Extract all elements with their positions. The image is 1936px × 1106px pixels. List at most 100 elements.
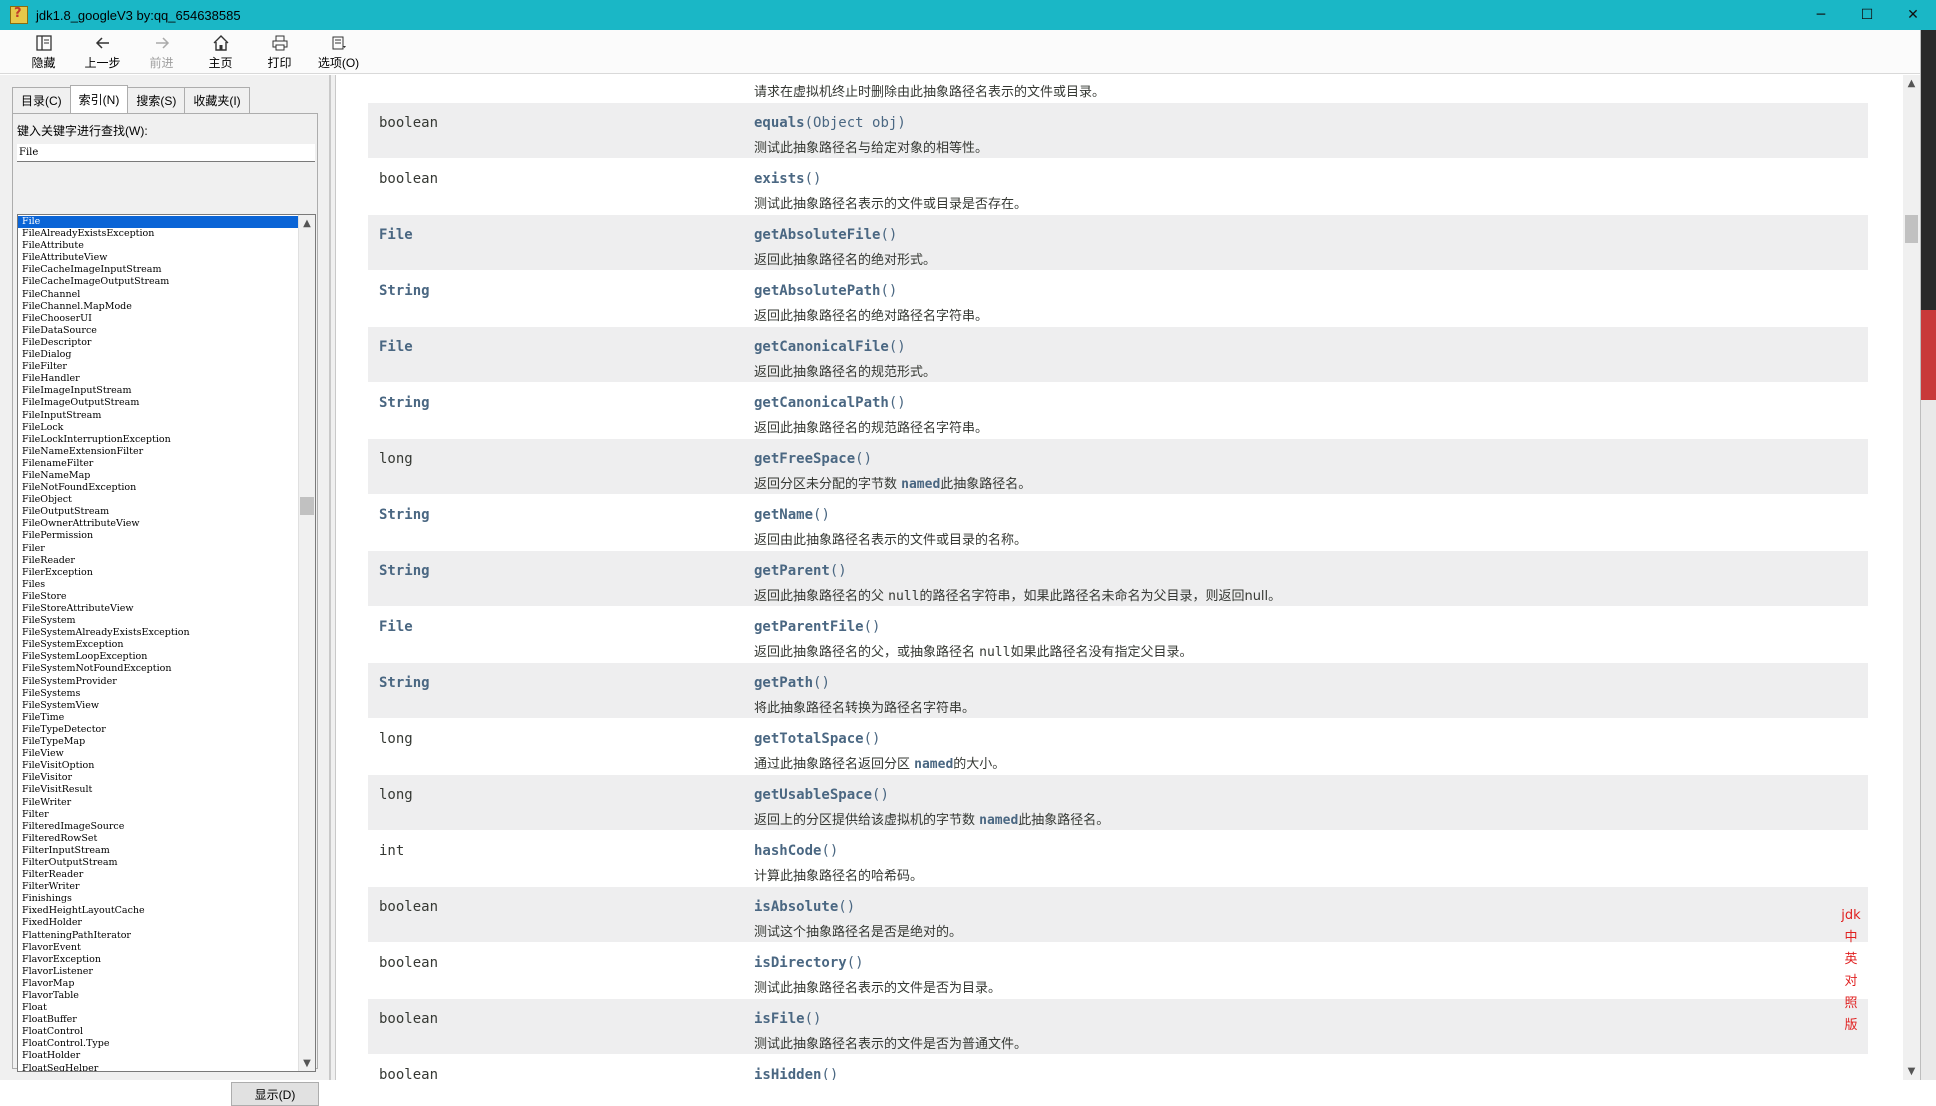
tab-index[interactable]: 索引(N): [69, 85, 129, 113]
maximize-button[interactable]: ☐: [1844, 0, 1890, 30]
hide-button[interactable]: 隐藏: [14, 30, 73, 74]
index-list-item[interactable]: FilterWriter: [18, 881, 300, 893]
index-list-item[interactable]: FileHandler: [18, 373, 300, 385]
index-list-item[interactable]: FileImageInputStream: [18, 385, 300, 397]
index-list-item[interactable]: FileOwnerAttributeView: [18, 518, 300, 530]
home-button[interactable]: 主页: [191, 30, 250, 74]
index-list-item[interactable]: FileWriter: [18, 797, 300, 809]
index-list-item[interactable]: FloatControl.Type: [18, 1038, 300, 1050]
index-list-item[interactable]: FileFilter: [18, 361, 300, 373]
method-name-link[interactable]: getTotalSpace: [754, 731, 864, 747]
print-button[interactable]: 打印: [250, 30, 309, 74]
index-list-item[interactable]: FlatteningPathIterator: [18, 930, 300, 942]
method-name-link[interactable]: equals: [754, 115, 805, 131]
index-list-item[interactable]: FileSystemNotFoundException: [18, 663, 300, 675]
index-list-item[interactable]: FilterReader: [18, 869, 300, 881]
index-list-item[interactable]: FlavorException: [18, 954, 300, 966]
index-list-item[interactable]: FileNameExtensionFilter: [18, 446, 300, 458]
method-name-link[interactable]: getParent: [754, 563, 830, 579]
index-list-item[interactable]: FileDescriptor: [18, 337, 300, 349]
method-return-type[interactable]: String: [379, 507, 430, 523]
options-button[interactable]: 选项(O): [309, 30, 368, 74]
index-list-item[interactable]: FileNotFoundException: [18, 482, 300, 494]
method-name-link[interactable]: getAbsolutePath: [754, 283, 880, 299]
index-list-item[interactable]: FileAlreadyExistsException: [18, 228, 300, 240]
index-list-item[interactable]: FlavorTable: [18, 990, 300, 1002]
index-list-item[interactable]: FileSystemException: [18, 639, 300, 651]
index-list-item[interactable]: FileAttributeView: [18, 252, 300, 264]
index-list-item[interactable]: FilteredImageSource: [18, 821, 300, 833]
method-return-type[interactable]: String: [379, 675, 430, 691]
index-list-item[interactable]: FileView: [18, 748, 300, 760]
index-list-item[interactable]: Finishings: [18, 893, 300, 905]
index-list-item[interactable]: FileStore: [18, 591, 300, 603]
method-return-type[interactable]: String: [379, 395, 430, 411]
content-scroll-down-icon[interactable]: ▼: [1903, 1063, 1920, 1080]
method-name-link[interactable]: isAbsolute: [754, 899, 838, 915]
index-list-item[interactable]: FileVisitResult: [18, 784, 300, 796]
index-list-item[interactable]: FileSystem: [18, 615, 300, 627]
method-name-link[interactable]: getName: [754, 507, 813, 523]
scroll-up-icon[interactable]: ▲: [299, 215, 315, 231]
close-button[interactable]: ✕: [1890, 0, 1936, 30]
index-list-item[interactable]: FileSystemView: [18, 700, 300, 712]
index-list-item[interactable]: FilteredRowSet: [18, 833, 300, 845]
index-list-item[interactable]: FileChannel.MapMode: [18, 301, 300, 313]
back-button[interactable]: 上一步: [73, 30, 132, 74]
index-list-item[interactable]: FilterInputStream: [18, 845, 300, 857]
method-return-type[interactable]: File: [379, 619, 413, 635]
tab-favorites[interactable]: 收藏夹(I): [184, 87, 250, 113]
index-list-item[interactable]: FixedHeightLayoutCache: [18, 905, 300, 917]
index-list-item[interactable]: FileDialog: [18, 349, 300, 361]
index-list-item[interactable]: FileCacheImageOutputStream: [18, 276, 300, 288]
keyword-input[interactable]: [17, 144, 315, 162]
index-list-item[interactable]: Float: [18, 1002, 300, 1014]
method-name-link[interactable]: isFile: [754, 1011, 805, 1027]
index-list-item[interactable]: FileImageOutputStream: [18, 397, 300, 409]
method-name-link[interactable]: getParentFile: [754, 619, 864, 635]
method-name-link[interactable]: getFreeSpace: [754, 451, 855, 467]
method-return-type[interactable]: String: [379, 563, 430, 579]
index-list-item[interactable]: FileChooserUI: [18, 313, 300, 325]
method-name-link[interactable]: getCanonicalPath: [754, 395, 889, 411]
index-list-item[interactable]: FilterOutputStream: [18, 857, 300, 869]
method-name-link[interactable]: isHidden: [754, 1067, 821, 1080]
method-return-type[interactable]: File: [379, 227, 413, 243]
index-list-item[interactable]: FileTime: [18, 712, 300, 724]
index-list-item[interactable]: FilePermission: [18, 530, 300, 542]
index-list-item[interactable]: FileReader: [18, 555, 300, 567]
index-list-item[interactable]: FileVisitOption: [18, 760, 300, 772]
index-list[interactable]: File FileAlreadyExistsException FileAttrib…: [17, 214, 316, 1072]
index-list-item[interactable]: FilenameFilter: [18, 458, 300, 470]
index-list-item[interactable]: FileChannel: [18, 289, 300, 301]
forward-button[interactable]: 前进: [132, 30, 191, 74]
display-button[interactable]: 显示(D): [231, 1082, 319, 1106]
index-list-item[interactable]: FileDataSource: [18, 325, 300, 337]
index-scroll-thumb[interactable]: [300, 497, 314, 515]
index-list-item[interactable]: FloatControl: [18, 1026, 300, 1038]
index-list-item[interactable]: FixedHolder: [18, 917, 300, 929]
index-list-item[interactable]: FileLock: [18, 422, 300, 434]
content-scroll-up-icon[interactable]: ▲: [1903, 75, 1920, 92]
index-list-item[interactable]: FloatBuffer: [18, 1014, 300, 1026]
method-name-link[interactable]: hashCode: [754, 843, 821, 859]
index-list-item[interactable]: FileInputStream: [18, 410, 300, 422]
method-name-link[interactable]: getUsableSpace: [754, 787, 872, 803]
method-return-type[interactable]: String: [379, 283, 430, 299]
index-list-item[interactable]: FileObject: [18, 494, 300, 506]
index-list-scrollbar[interactable]: ▲ ▼: [298, 215, 315, 1071]
tab-contents[interactable]: 目录(C): [12, 87, 71, 113]
index-list-item[interactable]: FileVisitor: [18, 772, 300, 784]
index-list-item[interactable]: FileSystemAlreadyExistsException: [18, 627, 300, 639]
method-name-link[interactable]: getCanonicalFile: [754, 339, 889, 355]
index-list-item[interactable]: File: [18, 216, 300, 229]
index-list-item[interactable]: FileTypeDetector: [18, 724, 300, 736]
index-list-item[interactable]: FileSystemProvider: [18, 676, 300, 688]
method-name-link[interactable]: getPath: [754, 675, 813, 691]
scroll-down-icon[interactable]: ▼: [299, 1055, 315, 1071]
index-list-item[interactable]: FlavorEvent: [18, 942, 300, 954]
index-list-item[interactable]: FloatHolder: [18, 1050, 300, 1062]
index-list-item[interactable]: Filer: [18, 543, 300, 555]
minimize-button[interactable]: ─: [1798, 0, 1844, 30]
tab-search[interactable]: 搜索(S): [127, 87, 186, 113]
